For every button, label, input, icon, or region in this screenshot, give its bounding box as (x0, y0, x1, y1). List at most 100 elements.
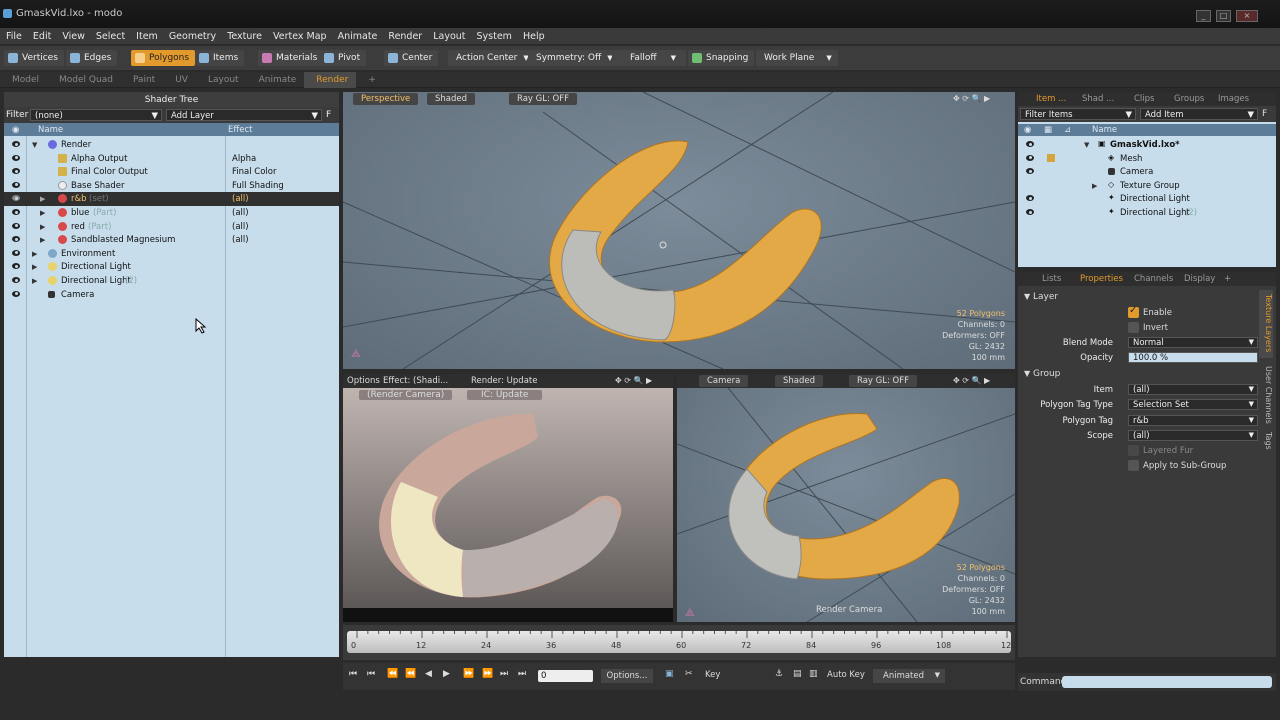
menu-render[interactable]: Render (382, 28, 427, 42)
camera-raygl-dropdown[interactable]: Ray GL: OFF (849, 375, 918, 387)
menu-edit[interactable]: Edit (27, 28, 56, 42)
eye-icon[interactable] (12, 141, 20, 147)
eye-icon[interactable] (12, 168, 20, 175)
expand-icon[interactable]: ▶ (40, 195, 45, 203)
eye-icon[interactable] (1026, 141, 1034, 147)
tab-images[interactable]: Images (1218, 94, 1249, 104)
shader-row-directional-light-2[interactable]: ▶ Directional Light (2) (4, 274, 339, 288)
tab-model[interactable]: Model (0, 72, 47, 88)
expand-icon[interactable]: ▶ (32, 277, 37, 285)
eye-icon[interactable] (12, 222, 20, 229)
materials-button[interactable]: Materials (258, 50, 324, 66)
menu-texture[interactable]: Texture (221, 28, 267, 42)
menu-layout[interactable]: Layout (427, 28, 470, 42)
eye-icon[interactable] (12, 263, 20, 270)
filter-f-button[interactable]: F (1262, 109, 1267, 119)
tab-properties[interactable]: Properties (1080, 274, 1123, 284)
side-tab-texture-layers[interactable]: Texture Layers (1259, 290, 1273, 358)
perspective-viewport[interactable]: Perspective Shaded Ray GL: OFF ✥ ⟳ 🔍 ▶ 5… (343, 92, 1015, 369)
expand-icon[interactable]: ▶ (40, 236, 45, 244)
falloff-dropdown[interactable]: Falloff ▼ (612, 50, 686, 66)
expand-icon[interactable]: ▼ (1084, 141, 1089, 149)
pivot-button[interactable]: Pivot (320, 50, 367, 66)
item-dropdown[interactable]: (all) ▼ (1128, 384, 1258, 395)
name-column-header[interactable]: Name (1092, 125, 1117, 135)
side-tab-tags[interactable]: Tags (1259, 428, 1273, 454)
tab-render[interactable]: Render (304, 72, 357, 88)
preview-ic-dropdown[interactable]: IC: Update (467, 390, 543, 400)
items-button[interactable]: Items (195, 50, 245, 66)
eye-icon[interactable] (1026, 195, 1034, 202)
eye-icon[interactable] (12, 236, 20, 243)
autokey-icon[interactable]: ⚓ (775, 669, 783, 679)
key-tool-icon[interactable]: ✂ (685, 669, 693, 679)
menu-geometry[interactable]: Geometry (163, 28, 221, 42)
animated-dropdown[interactable]: Animated ▼ (873, 669, 945, 683)
tab-uv[interactable]: UV (163, 72, 196, 88)
minimize-button[interactable]: _ (1196, 10, 1211, 22)
snapping-button[interactable]: Snapping (688, 50, 755, 66)
timeline-ruler[interactable]: 0 12 24 36 48 60 72 84 96 108 120 (347, 631, 1016, 653)
viewport-nav-icons[interactable]: ✥ ⟳ 🔍 ▶ (953, 94, 990, 103)
eye-icon[interactable] (12, 249, 20, 256)
vertices-button[interactable]: Vertices (4, 50, 64, 66)
item-row-texture-group[interactable]: ▶ ◇ Texture Group (1018, 179, 1276, 193)
shader-row-sandblasted-magnesium[interactable]: ▶ Sandblasted Magnesium (all) (4, 233, 339, 247)
tab-channels[interactable]: Channels (1134, 274, 1173, 284)
tab-lists[interactable]: Lists (1042, 274, 1061, 284)
play-reverse-icon[interactable]: ◀ (425, 669, 432, 679)
symmetry-dropdown[interactable]: Symmetry: Off ▼ (528, 50, 619, 66)
eye-icon[interactable] (1026, 154, 1034, 161)
filter-dropdown[interactable]: (none) ▼ (30, 109, 162, 121)
menu-animate[interactable]: Animate (332, 28, 383, 42)
go-end-icon[interactable]: ⏭ (518, 669, 526, 679)
eye-icon[interactable] (12, 209, 20, 215)
next-frame-icon[interactable]: ⏩ (463, 669, 474, 679)
menu-system[interactable]: System (471, 28, 517, 42)
tab-animate[interactable]: Animate (247, 72, 305, 88)
blend-mode-dropdown[interactable]: Normal ▼ (1128, 337, 1258, 348)
action-center-dropdown[interactable]: Action Center ▼ (448, 50, 535, 66)
expand-icon[interactable]: ▼ (32, 141, 37, 149)
camera-view-dropdown[interactable]: Camera (699, 375, 749, 387)
add-tab-icon[interactable]: + (1224, 274, 1231, 284)
polygon-tag-type-dropdown[interactable]: Selection Set ▼ (1128, 399, 1258, 410)
tab-item-list[interactable]: Item ... (1036, 94, 1066, 104)
step-forward-icon[interactable]: ⏩ (482, 669, 493, 679)
item-row-directional-light[interactable]: ✦ Directional Light (1018, 192, 1276, 206)
auto-key-button[interactable]: Auto Key (827, 670, 865, 680)
effect-column-header[interactable]: Effect (228, 125, 252, 135)
preview-options-button[interactable]: Options (347, 376, 380, 386)
layered-fur-checkbox[interactable] (1128, 445, 1139, 456)
menu-vertex-map[interactable]: Vertex Map (267, 28, 332, 42)
expand-icon[interactable]: ▶ (1092, 182, 1097, 190)
tab-clips[interactable]: Clips (1134, 94, 1154, 104)
eye-icon[interactable] (12, 195, 20, 202)
add-item-dropdown[interactable]: Add Item ▼ (1140, 108, 1258, 120)
prev-key-icon[interactable]: ⏮ (367, 669, 375, 679)
menu-item[interactable]: Item (130, 28, 163, 42)
polygon-tag-dropdown[interactable]: r&b ▼ (1128, 415, 1258, 426)
shader-row-render[interactable]: ▼ Render (4, 138, 339, 152)
menu-view[interactable]: View (56, 28, 90, 42)
viewport-nav-icons[interactable]: ✥ ⟳ 🔍 ▶ (953, 376, 990, 385)
camera-shading-dropdown[interactable]: Shaded (775, 375, 824, 387)
preview-camera-dropdown[interactable]: (Render Camera) (359, 390, 453, 400)
expand-icon[interactable]: ▶ (40, 209, 45, 217)
current-frame-input[interactable]: 0 (538, 670, 593, 682)
key-button[interactable]: Key (705, 670, 720, 680)
step-back-icon[interactable]: ⏪ (387, 669, 398, 679)
polygons-button[interactable]: Polygons (131, 50, 196, 66)
viewport-nav-icons[interactable]: ✥ ⟳ 🔍 ▶ (615, 376, 652, 385)
shader-row-red[interactable]: ▶ red (Part) (all) (4, 220, 339, 234)
opacity-slider[interactable]: 100.0 % (1128, 352, 1258, 363)
shader-row-final-color[interactable]: Final Color Output Final Color (4, 165, 339, 179)
tab-paint[interactable]: Paint (121, 72, 163, 88)
item-row-scene[interactable]: ▼ ▣ GmaskVid.lxo* (1018, 138, 1276, 152)
expand-icon[interactable]: ▶ (32, 263, 37, 271)
menu-help[interactable]: Help (517, 28, 550, 42)
menu-file[interactable]: File (0, 28, 27, 42)
shader-row-camera[interactable]: Camera (4, 288, 339, 302)
render-preview-viewport[interactable]: Options Effect: (Shadi... Render: Update… (343, 374, 673, 622)
expand-icon[interactable]: ▶ (40, 223, 45, 231)
